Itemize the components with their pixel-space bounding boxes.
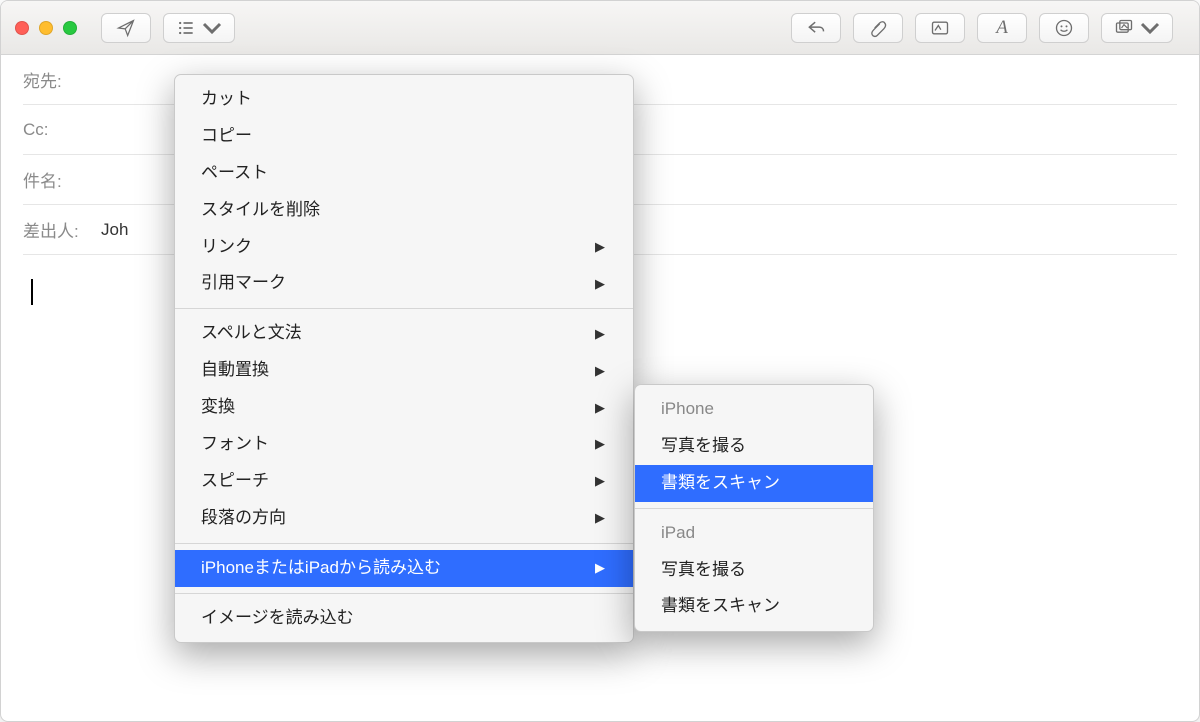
submenu-arrow-icon: ▶ — [595, 236, 605, 258]
menu-separator — [175, 593, 633, 594]
submenu-ipad-scan-docs[interactable]: 書類をスキャン — [635, 588, 873, 625]
reply-arrow-icon — [806, 18, 826, 38]
submenu-ipad-take-photo[interactable]: 写真を撮る — [635, 552, 873, 589]
submenu-arrow-icon: ▶ — [595, 273, 605, 295]
menu-clear-style[interactable]: スタイルを削除 — [175, 192, 633, 229]
photo-browser-button[interactable] — [1101, 13, 1173, 43]
menu-speech[interactable]: スピーチ▶ — [175, 463, 633, 500]
to-label: 宛先: — [23, 67, 93, 92]
attach-button[interactable] — [853, 13, 903, 43]
subject-label: 件名: — [23, 167, 93, 192]
menu-separator — [635, 508, 873, 509]
markup-button[interactable] — [915, 13, 965, 43]
context-menu: カット コピー ペースト スタイルを削除 リンク▶ 引用マーク▶ スペルと文法▶… — [174, 74, 634, 643]
reply-button[interactable] — [791, 13, 841, 43]
emoji-button[interactable] — [1039, 13, 1089, 43]
submenu-arrow-icon: ▶ — [595, 557, 605, 579]
menu-auto-replace[interactable]: 自動置換▶ — [175, 352, 633, 389]
smiley-icon — [1054, 18, 1074, 38]
menu-paragraph-direction[interactable]: 段落の方向▶ — [175, 500, 633, 537]
menu-copy[interactable]: コピー — [175, 118, 633, 155]
send-button[interactable] — [101, 13, 151, 43]
submenu-iphone-take-photo[interactable]: 写真を撮る — [635, 428, 873, 465]
window-controls — [15, 21, 77, 35]
submenu-ipad-header: iPad — [635, 515, 873, 552]
photos-icon — [1114, 18, 1134, 38]
menu-spell-grammar[interactable]: スペルと文法▶ — [175, 315, 633, 352]
list-icon — [176, 18, 196, 38]
submenu-arrow-icon: ▶ — [595, 360, 605, 382]
menu-cut[interactable]: カット — [175, 81, 633, 118]
close-window-button[interactable] — [15, 21, 29, 35]
titlebar: A — [1, 1, 1199, 55]
submenu-arrow-icon: ▶ — [595, 323, 605, 345]
chevron-down-icon — [202, 18, 222, 38]
submenu-arrow-icon: ▶ — [595, 433, 605, 455]
letter-a-icon: A — [996, 17, 1008, 39]
from-label: 差出人: — [23, 217, 101, 242]
submenu-iphone-scan-docs[interactable]: 書類をスキャン — [635, 465, 873, 502]
menu-import-from-iphone-ipad[interactable]: iPhoneまたはiPadから読み込む▶ — [175, 550, 633, 587]
submenu-arrow-icon: ▶ — [595, 397, 605, 419]
cc-label: Cc: — [23, 120, 93, 140]
chevron-down-icon — [1140, 18, 1160, 38]
from-value: Joh — [101, 220, 128, 240]
text-cursor — [31, 279, 33, 305]
zoom-window-button[interactable] — [63, 21, 77, 35]
menu-transform[interactable]: 変換▶ — [175, 389, 633, 426]
menu-separator — [175, 308, 633, 309]
markup-icon — [930, 18, 950, 38]
submenu-arrow-icon: ▶ — [595, 470, 605, 492]
paper-plane-icon — [116, 18, 136, 38]
format-button[interactable]: A — [977, 13, 1027, 43]
paperclip-icon — [868, 18, 888, 38]
menu-import-image[interactable]: イメージを読み込む — [175, 600, 633, 637]
menu-font[interactable]: フォント▶ — [175, 426, 633, 463]
header-fields-button[interactable] — [163, 13, 235, 43]
submenu-iphone-header: iPhone — [635, 391, 873, 428]
menu-link[interactable]: リンク▶ — [175, 229, 633, 266]
menu-separator — [175, 543, 633, 544]
context-submenu: iPhone 写真を撮る 書類をスキャン iPad 写真を撮る 書類をスキャン — [634, 384, 874, 632]
minimize-window-button[interactable] — [39, 21, 53, 35]
submenu-arrow-icon: ▶ — [595, 507, 605, 529]
menu-quote-mark[interactable]: 引用マーク▶ — [175, 265, 633, 302]
menu-paste[interactable]: ペースト — [175, 155, 633, 192]
